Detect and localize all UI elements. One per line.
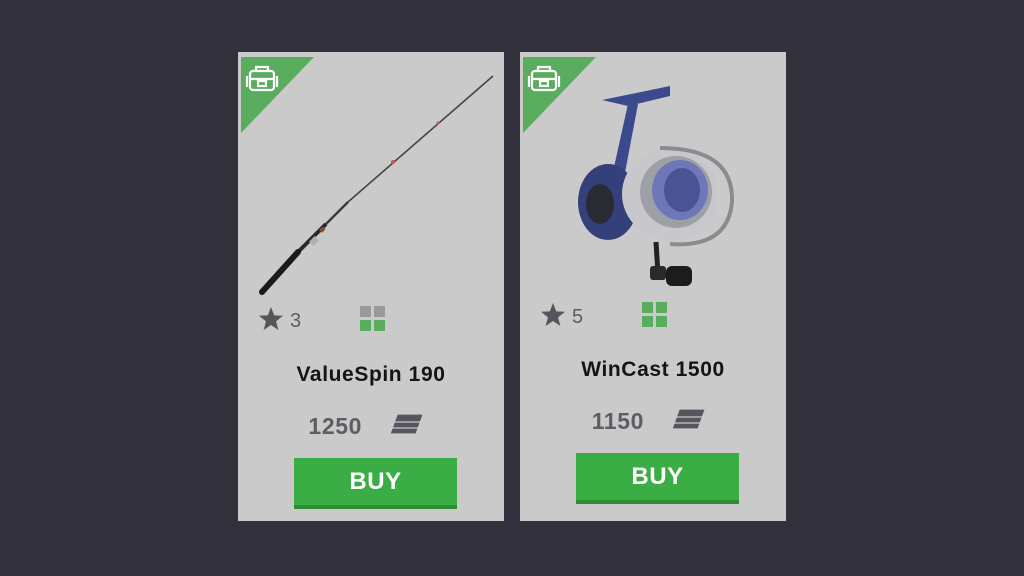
star-icon: [541, 303, 565, 326]
item-rank: 5: [572, 306, 584, 328]
item-stats: 3: [238, 304, 504, 334]
item-price: 1250: [308, 413, 362, 439]
shop-item-card-valuespin[interactable]: 3 ValueSpin 190 1250 BUY: [238, 52, 504, 521]
price-row: 1150: [520, 405, 786, 437]
star-icon: [259, 307, 283, 330]
item-name: WinCast 1500: [581, 358, 725, 381]
price-row: 1250: [238, 410, 504, 442]
item-stats: 5: [520, 300, 786, 330]
item-name: ValueSpin 190: [296, 363, 446, 386]
shop-item-card-wincast[interactable]: 5 WinCast 1500 1150 BUY: [520, 52, 786, 521]
slots-icon: [360, 306, 385, 331]
cash-icon: [389, 413, 425, 435]
cash-icon: [671, 408, 707, 430]
buy-button[interactable]: BUY: [294, 458, 457, 509]
buy-button[interactable]: BUY: [576, 453, 739, 504]
item-rank: 3: [290, 310, 302, 332]
item-price: 1150: [591, 408, 644, 434]
slots-icon: [642, 302, 667, 327]
